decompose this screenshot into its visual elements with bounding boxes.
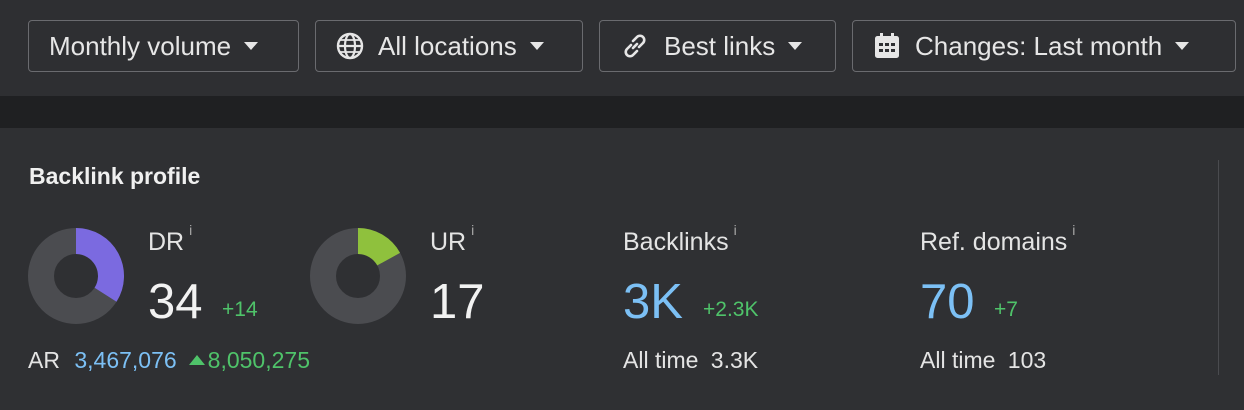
chevron-down-icon bbox=[788, 42, 803, 50]
backlinks-all-time: All time 3.3K bbox=[623, 347, 758, 374]
chevron-down-icon bbox=[1175, 42, 1190, 50]
dr-metric[interactable]: DR i bbox=[148, 222, 192, 257]
ref-domains-value[interactable]: 70 bbox=[920, 278, 975, 327]
ar-value[interactable]: 3,467,076 bbox=[74, 347, 176, 373]
filter-toolbar: Monthly volume All locations Best links … bbox=[0, 0, 1244, 96]
ur-donut-chart bbox=[310, 228, 406, 324]
ref-domains-all-time: All time 103 bbox=[920, 347, 1046, 374]
ur-value: 17 bbox=[430, 275, 485, 329]
globe-icon bbox=[336, 32, 364, 60]
ar-change: 8,050,275 bbox=[207, 347, 310, 373]
ar-label: AR bbox=[28, 347, 60, 373]
links-filter-label: Best links bbox=[664, 30, 776, 61]
section-divider bbox=[0, 96, 1244, 128]
dr-label: DR bbox=[148, 228, 185, 256]
changes-filter-label: Changes: Last month bbox=[915, 30, 1163, 61]
card-title: Backlink profile bbox=[29, 163, 201, 189]
location-filter-label: All locations bbox=[378, 30, 517, 61]
backlinks-delta: +2.3K bbox=[703, 298, 759, 321]
backlinks-all-time-value: 3.3K bbox=[710, 347, 759, 373]
link-icon bbox=[620, 31, 650, 61]
volume-filter-dropdown[interactable]: Monthly volume bbox=[28, 20, 299, 72]
ur-label: UR bbox=[430, 228, 467, 256]
info-icon[interactable]: i bbox=[734, 222, 737, 238]
ref-domains-delta: +7 bbox=[994, 298, 1018, 321]
ur-metric[interactable]: UR i bbox=[430, 222, 474, 257]
info-icon[interactable]: i bbox=[471, 222, 474, 238]
backlinks-all-time-label: All time bbox=[623, 347, 699, 373]
chevron-down-icon bbox=[529, 42, 544, 50]
card-divider bbox=[1218, 160, 1219, 375]
dr-value: 34 bbox=[148, 275, 203, 329]
info-icon[interactable]: i bbox=[1072, 222, 1075, 238]
backlink-profile-card: Backlink profile DR i 34 +14 AR 3,467,076… bbox=[0, 128, 1244, 410]
location-filter-dropdown[interactable]: All locations bbox=[315, 20, 583, 72]
ref-domains-label: Ref. domains bbox=[920, 228, 1068, 256]
dr-donut-segment bbox=[75, 228, 124, 302]
ref-domains-all-time-value: 103 bbox=[1007, 347, 1047, 373]
calendar-icon bbox=[873, 32, 901, 60]
volume-filter-label: Monthly volume bbox=[49, 30, 232, 61]
ar-row: AR 3,467,076 8,050,275 bbox=[28, 347, 310, 374]
backlinks-metric[interactable]: Backlinks i bbox=[623, 222, 737, 257]
arrow-up-icon bbox=[188, 355, 205, 365]
ref-domains-all-time-label: All time bbox=[920, 347, 996, 373]
backlinks-value[interactable]: 3K bbox=[623, 278, 683, 327]
chevron-down-icon bbox=[244, 42, 259, 50]
backlinks-label: Backlinks bbox=[623, 228, 729, 256]
ur-donut-segment bbox=[357, 228, 401, 267]
info-icon[interactable]: i bbox=[189, 222, 192, 238]
links-filter-dropdown[interactable]: Best links bbox=[599, 20, 836, 72]
changes-filter-dropdown[interactable]: Changes: Last month bbox=[852, 20, 1236, 72]
ref-domains-metric[interactable]: Ref. domains i bbox=[920, 222, 1075, 257]
dr-delta: +14 bbox=[222, 298, 258, 321]
dr-donut-chart bbox=[28, 228, 124, 324]
